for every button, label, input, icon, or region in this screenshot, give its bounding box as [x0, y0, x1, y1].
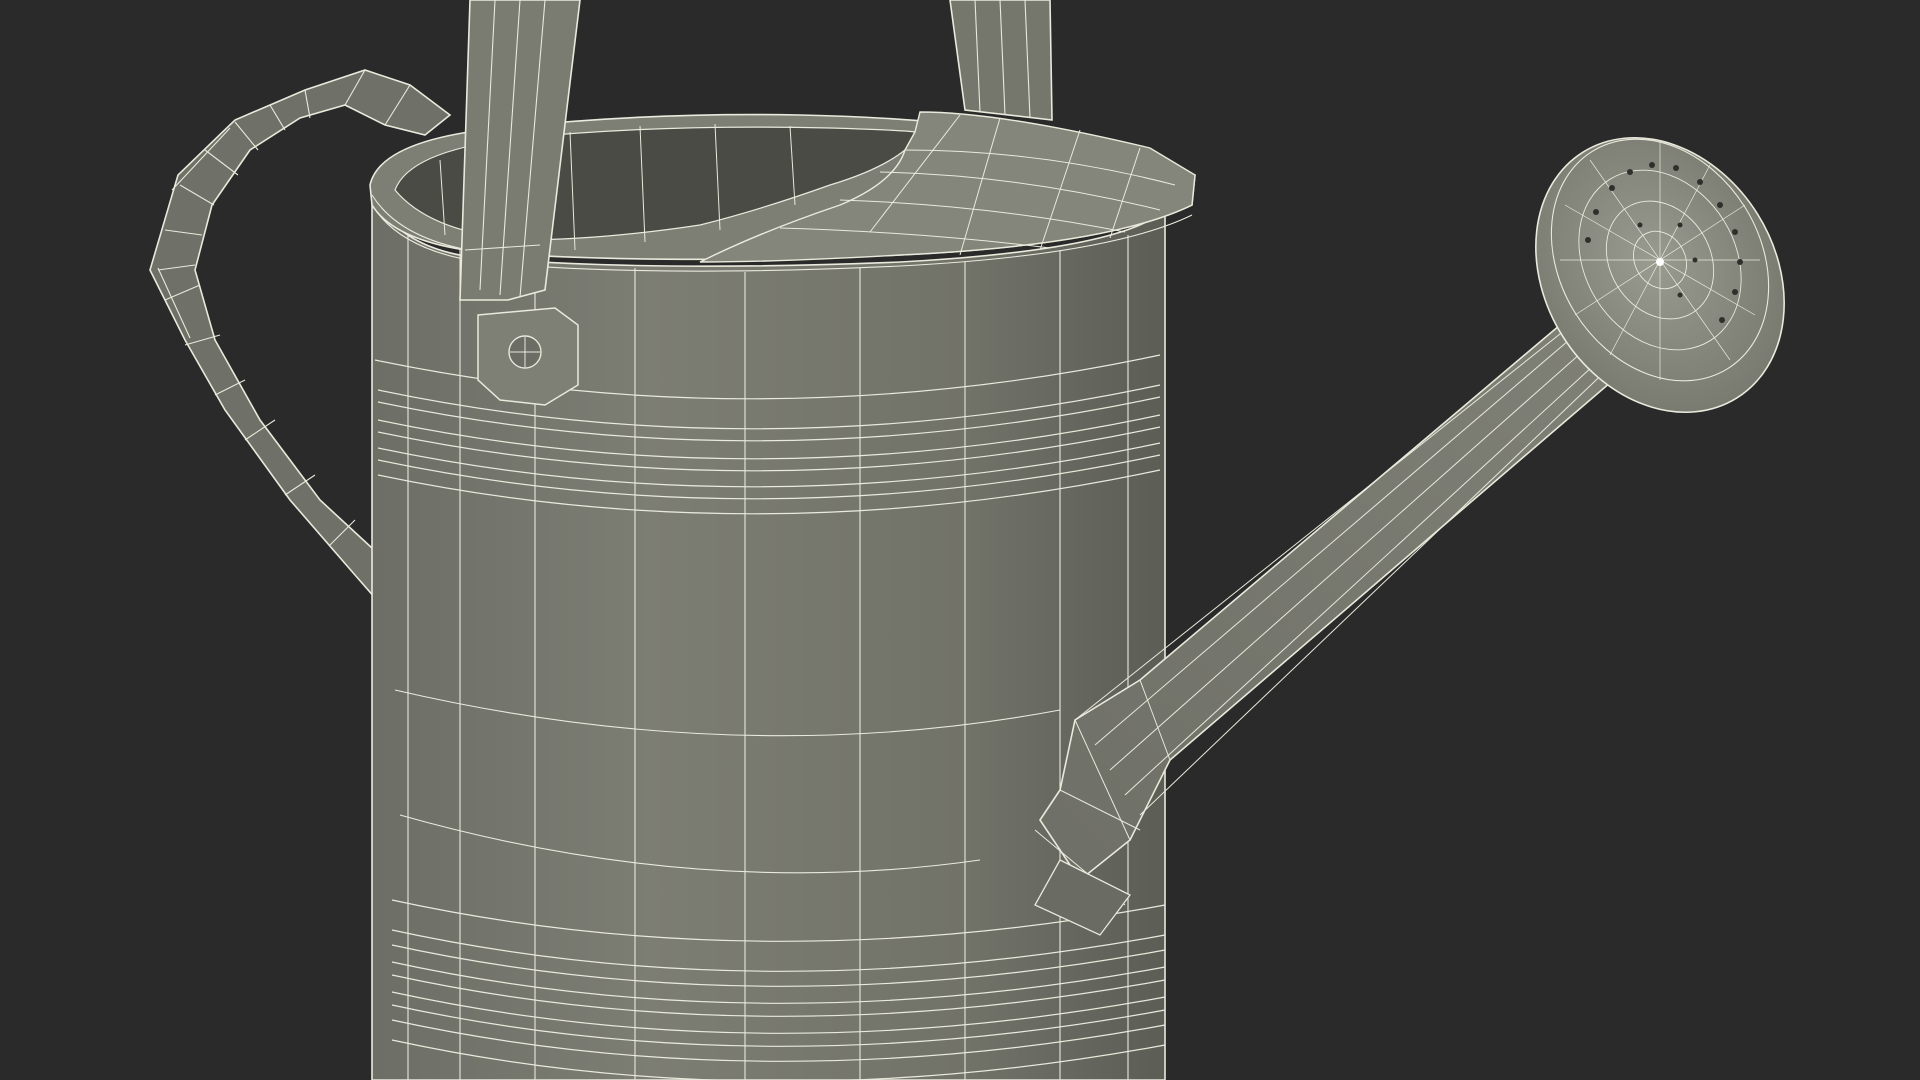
viewport-3d[interactable] — [0, 0, 1920, 1080]
watering-can-render — [149, 0, 1785, 1080]
